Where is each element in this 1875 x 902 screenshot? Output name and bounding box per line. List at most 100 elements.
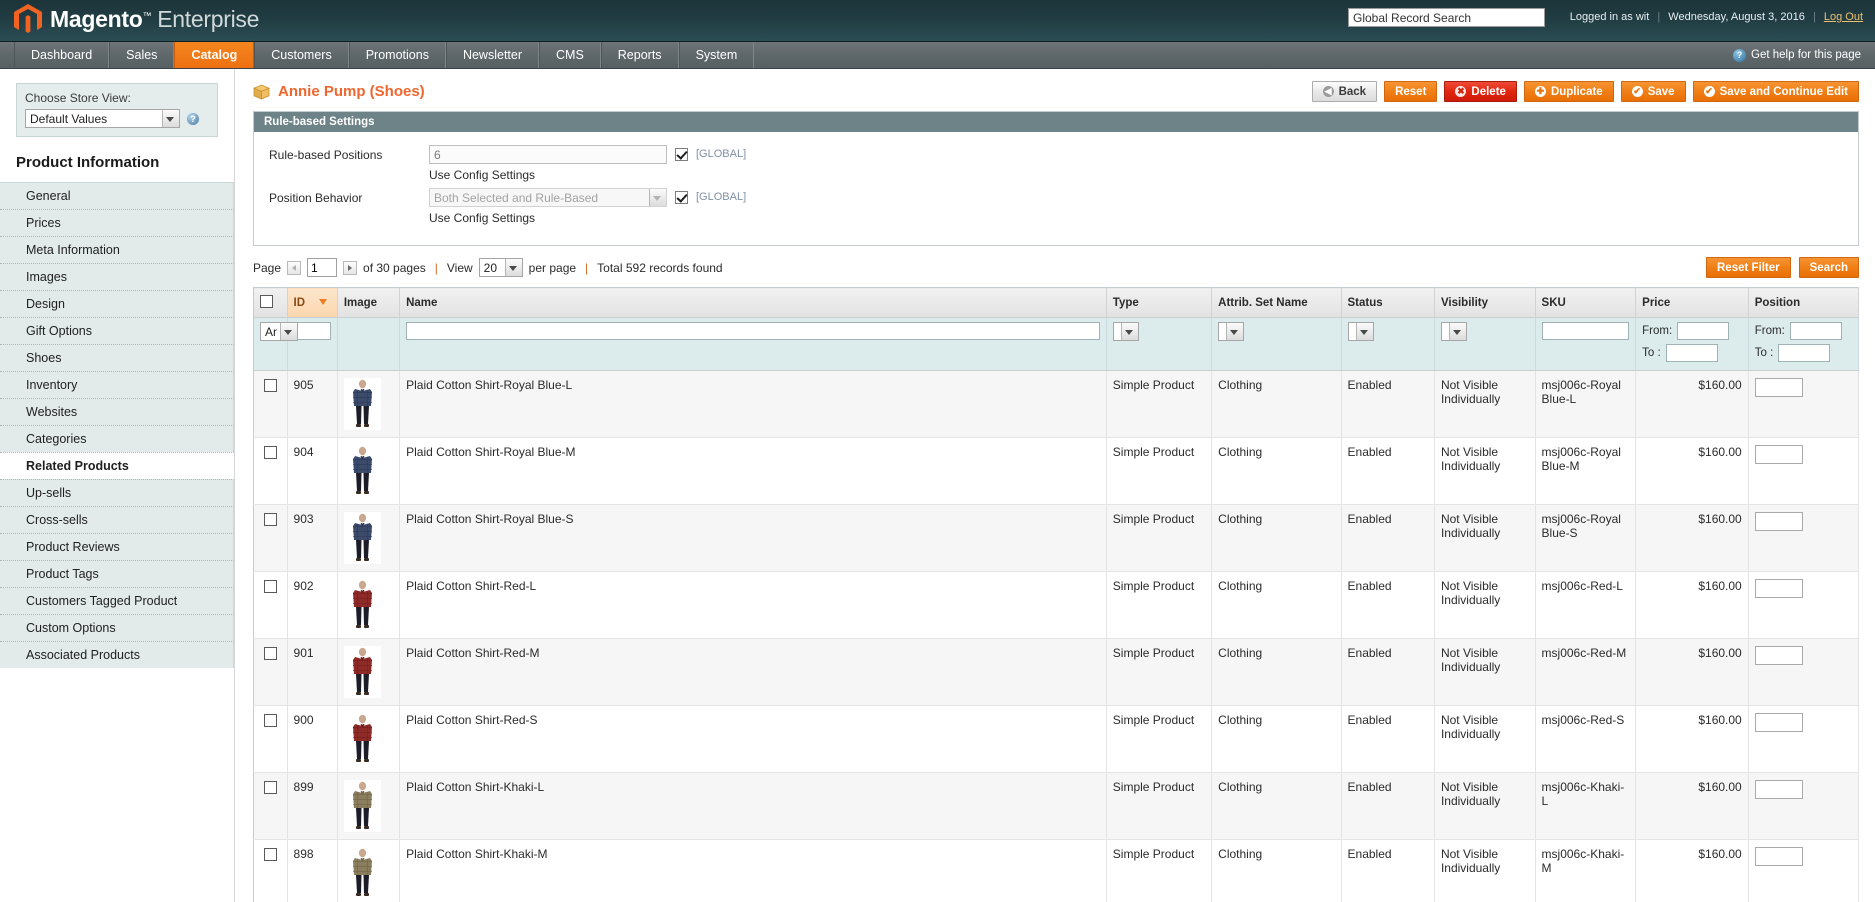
global-search-input[interactable] xyxy=(1348,8,1545,27)
row-select-cell[interactable] xyxy=(253,370,288,438)
sidebar-item-inventory[interactable]: Inventory xyxy=(0,371,234,398)
back-button[interactable]: ◀ Back xyxy=(1311,81,1378,102)
row-checkbox[interactable] xyxy=(263,580,277,593)
nav-item-system[interactable]: System xyxy=(678,42,755,68)
nav-item-reports[interactable]: Reports xyxy=(600,42,679,68)
position-behavior-select[interactable]: Both Selected and Rule-Based xyxy=(429,188,667,207)
position-input[interactable] xyxy=(1754,378,1803,397)
position-input[interactable] xyxy=(1754,646,1803,665)
grid-col-id[interactable]: ID xyxy=(287,287,338,318)
row-checkbox[interactable] xyxy=(263,513,277,526)
sidebar-item-websites[interactable]: Websites xyxy=(0,398,234,425)
logout-link[interactable]: Log Out xyxy=(1824,11,1863,23)
filter-status-select[interactable] xyxy=(1347,322,1374,341)
position-input[interactable] xyxy=(1754,780,1803,799)
grid-col-price[interactable]: Price xyxy=(1635,287,1749,318)
nav-item-dashboard[interactable]: Dashboard xyxy=(14,42,110,68)
sidebar-item-prices[interactable]: Prices xyxy=(0,209,234,236)
filter-any-select[interactable]: Any xyxy=(260,322,298,341)
filter-price-from-input[interactable] xyxy=(1677,322,1730,340)
row-select-cell[interactable] xyxy=(253,638,288,706)
nav-item-cms[interactable]: CMS xyxy=(539,42,601,68)
grid-col-sku[interactable]: SKU xyxy=(1535,287,1637,318)
sidebar-item-general[interactable]: General xyxy=(0,182,234,209)
sidebar-item-shoes[interactable]: Shoes xyxy=(0,344,234,371)
filter-sku-input[interactable] xyxy=(1541,322,1630,340)
table-row[interactable]: 900 Plaid Cotton Shirt-Red-S Simple Produc… xyxy=(253,705,1860,773)
sidebar-item-images[interactable]: Images xyxy=(0,263,234,290)
row-select-cell[interactable] xyxy=(253,571,288,639)
filter-type-select[interactable] xyxy=(1112,322,1139,341)
grid-col-image[interactable]: Image xyxy=(337,287,401,318)
row-checkbox[interactable] xyxy=(263,781,277,794)
table-row[interactable]: 905 Plaid Cotton Shirt-Royal Blue-L Simple… xyxy=(253,370,1860,438)
delete-button[interactable]: ✖ Delete xyxy=(1444,81,1517,102)
nav-item-newsletter[interactable]: Newsletter xyxy=(445,42,539,68)
row-select-cell[interactable] xyxy=(253,839,288,902)
row-checkbox[interactable] xyxy=(263,714,277,727)
grid-col-status[interactable]: Status xyxy=(1341,287,1435,318)
nav-item-customers[interactable]: Customers xyxy=(254,42,349,68)
nav-item-catalog[interactable]: Catalog xyxy=(174,42,255,68)
grid-col-attrib-set[interactable]: Attrib. Set Name xyxy=(1211,287,1342,318)
sidebar-item-categories[interactable]: Categories xyxy=(0,425,234,452)
row-select-cell[interactable] xyxy=(253,772,288,840)
sidebar-item-custom-options[interactable]: Custom Options xyxy=(0,614,234,641)
grid-col-name[interactable]: Name xyxy=(399,287,1107,318)
sidebar-item-associated-products[interactable]: Associated Products xyxy=(0,641,234,668)
sidebar-item-cross-sells[interactable]: Cross-sells xyxy=(0,506,234,533)
grid-col-visibility[interactable]: Visibility xyxy=(1434,287,1536,318)
duplicate-button[interactable]: ✚ Duplicate xyxy=(1523,81,1614,102)
position-input[interactable] xyxy=(1754,847,1803,866)
sidebar-item-customers-tagged-product[interactable]: Customers Tagged Product xyxy=(0,587,234,614)
previous-page-button[interactable] xyxy=(287,260,302,275)
position-input[interactable] xyxy=(1754,512,1803,531)
search-button[interactable]: Search xyxy=(1798,257,1859,278)
reset-button[interactable]: Reset xyxy=(1384,81,1438,102)
reset-filter-button[interactable]: Reset Filter xyxy=(1706,257,1791,278)
row-select-cell[interactable] xyxy=(253,705,288,773)
per-page-select[interactable]: 20 xyxy=(478,258,523,277)
store-view-select[interactable]: Default Values xyxy=(25,109,180,128)
filter-position-to-input[interactable] xyxy=(1778,344,1831,362)
row-checkbox[interactable] xyxy=(263,446,277,459)
page-number-input[interactable] xyxy=(307,258,338,277)
sidebar-item-product-tags[interactable]: Product Tags xyxy=(0,560,234,587)
save-button[interactable]: ✔ Save xyxy=(1620,81,1686,102)
table-row[interactable]: 904 Plaid Cotton Shirt-Royal Blue-M Simple… xyxy=(253,437,1860,505)
sidebar-item-product-reviews[interactable]: Product Reviews xyxy=(0,533,234,560)
filter-visibility-select[interactable] xyxy=(1440,322,1467,341)
select-all-checkbox[interactable] xyxy=(260,295,273,308)
filter-position-from-input[interactable] xyxy=(1789,322,1842,340)
grid-select-all-header[interactable] xyxy=(253,287,288,318)
row-checkbox[interactable] xyxy=(263,647,277,660)
row-checkbox[interactable] xyxy=(263,379,277,392)
get-help-link[interactable]: ? Get help for this page xyxy=(1733,42,1875,68)
position-behavior-use-config-checkbox[interactable] xyxy=(675,191,688,204)
sidebar-item-design[interactable]: Design xyxy=(0,290,234,317)
nav-item-promotions[interactable]: Promotions xyxy=(348,42,446,68)
sidebar-item-meta-information[interactable]: Meta Information xyxy=(0,236,234,263)
sidebar-item-gift-options[interactable]: Gift Options xyxy=(0,317,234,344)
filter-attrib-set-select[interactable] xyxy=(1218,322,1245,341)
rule-based-positions-use-config-checkbox[interactable] xyxy=(675,148,688,161)
sidebar-item-related-products[interactable]: Related Products xyxy=(0,452,234,479)
sidebar-item-up-sells[interactable]: Up-sells xyxy=(0,479,234,506)
position-input[interactable] xyxy=(1754,445,1803,464)
save-and-continue-button[interactable]: ✔ Save and Continue Edit xyxy=(1692,81,1859,102)
filter-price-to-input[interactable] xyxy=(1665,344,1718,362)
table-row[interactable]: 901 Plaid Cotton Shirt-Red-M Simple Produc… xyxy=(253,638,1860,706)
table-row[interactable]: 898 Plaid Cotton Shirt-Khaki-M Simple Prod… xyxy=(253,839,1860,902)
row-checkbox[interactable] xyxy=(263,848,277,861)
filter-name-input[interactable] xyxy=(406,322,1100,340)
table-row[interactable]: 903 Plaid Cotton Shirt-Royal Blue-S Simple… xyxy=(253,504,1860,572)
grid-col-position[interactable]: Position xyxy=(1748,287,1860,318)
table-row[interactable]: 899 Plaid Cotton Shirt-Khaki-L Simple Prod… xyxy=(253,772,1860,840)
row-select-cell[interactable] xyxy=(253,437,288,505)
row-select-cell[interactable] xyxy=(253,504,288,572)
store-view-help-icon[interactable]: ? xyxy=(186,111,200,126)
position-input[interactable] xyxy=(1754,713,1803,732)
rule-based-positions-input[interactable] xyxy=(429,145,667,164)
grid-col-type[interactable]: Type xyxy=(1106,287,1213,318)
table-row[interactable]: 902 Plaid Cotton Shirt-Red-L Simple Produc… xyxy=(253,571,1860,639)
